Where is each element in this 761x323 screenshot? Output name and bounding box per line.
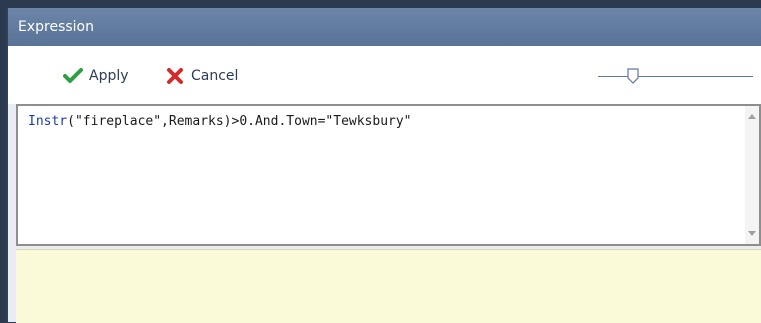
- vertical-scrollbar[interactable]: [745, 106, 759, 244]
- cancel-button[interactable]: Cancel: [165, 65, 238, 87]
- scroll-down-icon[interactable]: [748, 231, 756, 236]
- function-keyword: Instr: [28, 114, 68, 129]
- expression-editor[interactable]: Instr("fireplace",Remarks)>0.And.Town="T…: [16, 104, 761, 246]
- window-title: Expression: [8, 8, 761, 46]
- expression-text: Instr("fireplace",Remarks)>0.And.Town="T…: [28, 114, 412, 129]
- apply-label: Apply: [89, 68, 129, 84]
- results-panel: [16, 249, 761, 323]
- check-icon: [63, 67, 83, 85]
- zoom-slider[interactable]: [598, 68, 753, 86]
- expression-rest: ("fireplace",Remarks)>0.And.Town="Tewksb…: [67, 114, 412, 129]
- x-icon: [165, 67, 185, 85]
- scroll-up-icon[interactable]: [748, 114, 756, 119]
- slider-track: [598, 76, 753, 77]
- apply-button[interactable]: Apply: [63, 65, 129, 87]
- expression-window: Expression Apply Cancel Instr("fireplace…: [6, 8, 761, 323]
- cancel-label: Cancel: [191, 68, 239, 84]
- toolbar: Apply Cancel: [8, 46, 761, 104]
- slider-thumb[interactable]: [627, 68, 639, 84]
